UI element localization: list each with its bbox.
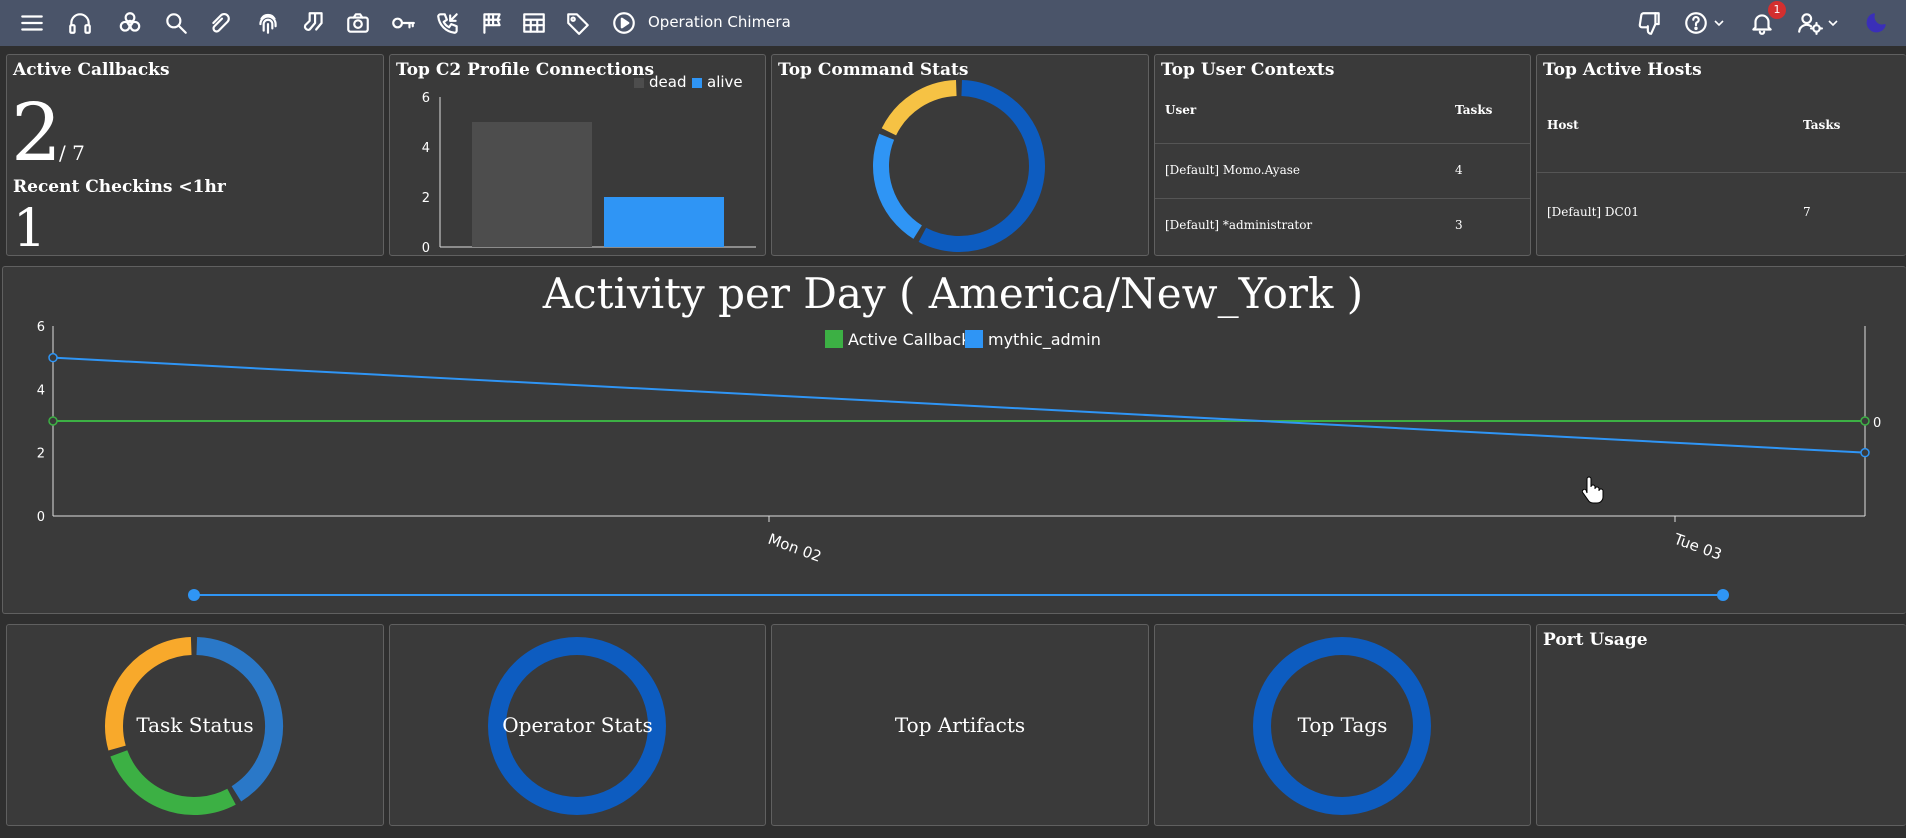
task-status-slice-green: [110, 750, 236, 815]
legend-active-callbacks-swatch: [825, 330, 843, 348]
operation-name[interactable]: Operation Chimera: [648, 13, 791, 31]
activity-xtick-tue: Tue 03: [1671, 530, 1725, 564]
help-icon[interactable]: [1682, 9, 1710, 37]
command-stats-slices: [873, 80, 1045, 252]
activity-xtick-mon: Mon 02: [766, 530, 824, 566]
command-stats-donut: [873, 80, 1045, 252]
legend-alive-swatch: [692, 78, 702, 88]
host-row-1-tasks: 7: [1803, 205, 1811, 219]
port-usage-title: Port Usage: [1543, 630, 1648, 650]
tag-icon[interactable]: [564, 9, 592, 37]
activity-ytick-2: 2: [37, 447, 45, 462]
c2-profile-panel: Top C2 Profile Connections 0 2 4 6 dead …: [389, 54, 766, 256]
series-point-1-1[interactable]: [1860, 447, 1870, 458]
c2-bar-alive: [604, 197, 724, 247]
legend-dead-label: dead: [649, 73, 686, 91]
series-point-1-0[interactable]: [48, 352, 58, 363]
top-navigation-bar: Operation Chimera 1: [0, 0, 1906, 46]
legend-active-callbacks-label: Active Callbacks: [848, 330, 979, 349]
command-stats-panel: Top Command Stats: [771, 54, 1149, 256]
paperclip-icon[interactable]: [208, 9, 236, 37]
user-column-header[interactable]: User: [1165, 103, 1196, 117]
zoom-slider-start-handle[interactable]: [188, 589, 200, 601]
row-divider: [1155, 198, 1530, 199]
operator-stats-panel: Operator Stats: [389, 624, 766, 826]
active-callbacks-title: Active Callbacks: [13, 60, 170, 80]
search-icon[interactable]: [162, 9, 190, 37]
series-point-0-1[interactable]: [1860, 416, 1870, 426]
top-artifacts-label: Top Artifacts: [894, 713, 1026, 737]
activity-right-axis-label: 0: [1873, 416, 1881, 431]
dark-mode-icon[interactable]: [1862, 9, 1890, 37]
host-column-header[interactable]: Host: [1547, 118, 1579, 132]
task-status-label: Task Status: [136, 713, 254, 737]
hand-cursor-icon: [1581, 476, 1604, 504]
top-tags-panel: Top Tags: [1154, 624, 1531, 826]
recent-checkins-label: Recent Checkins <1hr: [13, 177, 226, 197]
row-divider: [1537, 172, 1906, 173]
user-row-2-name[interactable]: [Default] *administrator: [1165, 218, 1312, 232]
user-contexts-panel: Top User Contexts User Tasks [Default] M…: [1154, 54, 1531, 256]
c2-ytick-6: 6: [422, 91, 430, 106]
recent-checkins-count: 1: [13, 199, 47, 259]
active-hosts-panel: Top Active Hosts Host Tasks [Default] DC…: [1536, 54, 1906, 256]
user-row-2-tasks: 3: [1455, 218, 1463, 232]
c2-profile-chart: 0 2 4 6 dead alive: [422, 73, 756, 255]
activity-ytick-0: 0: [37, 510, 45, 525]
socks-icon[interactable]: [300, 9, 328, 37]
c2-bar-dead: [472, 122, 592, 247]
top-artifacts-panel: Top Artifacts: [771, 624, 1149, 826]
notification-badge: 1: [1768, 1, 1786, 19]
legend-mythic-admin-swatch: [965, 330, 983, 348]
key-icon[interactable]: [389, 9, 417, 37]
legend-dead-swatch: [634, 78, 644, 88]
zoom-slider-end-handle[interactable]: [1717, 589, 1729, 601]
c2-ytick-4: 4: [422, 141, 430, 156]
user-settings-icon[interactable]: [1796, 9, 1824, 37]
legend-mythic-admin-label: mythic_admin: [988, 330, 1101, 350]
active-hosts-title: Top Active Hosts: [1543, 60, 1702, 80]
command-stats-slice-0[interactable]: [918, 80, 1045, 252]
total-callbacks: / 7: [59, 141, 85, 165]
table-icon[interactable]: [520, 9, 548, 37]
user-contexts-title: Top User Contexts: [1161, 60, 1335, 80]
fingerprint-icon[interactable]: [254, 9, 282, 37]
thumbs-down-icon[interactable]: [1636, 9, 1664, 37]
c2-ytick-0: 0: [422, 241, 430, 255]
tasks-column-header[interactable]: Tasks: [1455, 103, 1492, 117]
top-tags-label: Top Tags: [1297, 713, 1388, 737]
command-stats-slice-1[interactable]: [873, 133, 923, 239]
port-usage-panel: Port Usage: [1536, 624, 1906, 826]
activity-ytick-4: 4: [37, 383, 45, 398]
activity-panel: Activity per Day ( America/New_York ) 0 …: [2, 266, 1906, 614]
user-row-1-tasks: 4: [1455, 163, 1463, 177]
row-divider: [1155, 143, 1530, 144]
play-circle-icon[interactable]: [610, 9, 638, 37]
host-tasks-column-header[interactable]: Tasks: [1803, 118, 1840, 132]
camera-icon[interactable]: [344, 9, 372, 37]
flag-checkered-icon[interactable]: [478, 9, 506, 37]
headphones-icon[interactable]: [66, 9, 94, 37]
legend-alive-label: alive: [707, 73, 743, 91]
phone-callback-icon[interactable]: [434, 9, 462, 37]
user-row-1-name[interactable]: [Default] Momo.Ayase: [1165, 163, 1300, 177]
task-status-panel: Task Status: [6, 624, 384, 826]
active-callbacks-count: 2: [11, 86, 62, 179]
menu-icon[interactable]: [18, 9, 46, 37]
c2-ytick-2: 2: [422, 191, 430, 206]
activity-chart: 0 2 4 6 Mon 02 Tue 03 0 Active Callbacks…: [37, 320, 1881, 601]
activity-ytick-6: 6: [37, 320, 45, 335]
operator-stats-label: Operator Stats: [502, 713, 653, 737]
command-stats-slice-2[interactable]: [881, 80, 957, 136]
settings-chevron-down-icon[interactable]: [1828, 18, 1838, 28]
active-callbacks-panel: Active Callbacks 2 / 7 Recent Checkins <…: [6, 54, 384, 256]
biohazard-icon[interactable]: [116, 9, 144, 37]
series-point-0-0[interactable]: [48, 416, 58, 426]
host-row-1-name[interactable]: [Default] DC01: [1547, 205, 1639, 219]
help-chevron-down-icon[interactable]: [1714, 18, 1724, 28]
series-line-mythic-admin: [52, 356, 1866, 454]
